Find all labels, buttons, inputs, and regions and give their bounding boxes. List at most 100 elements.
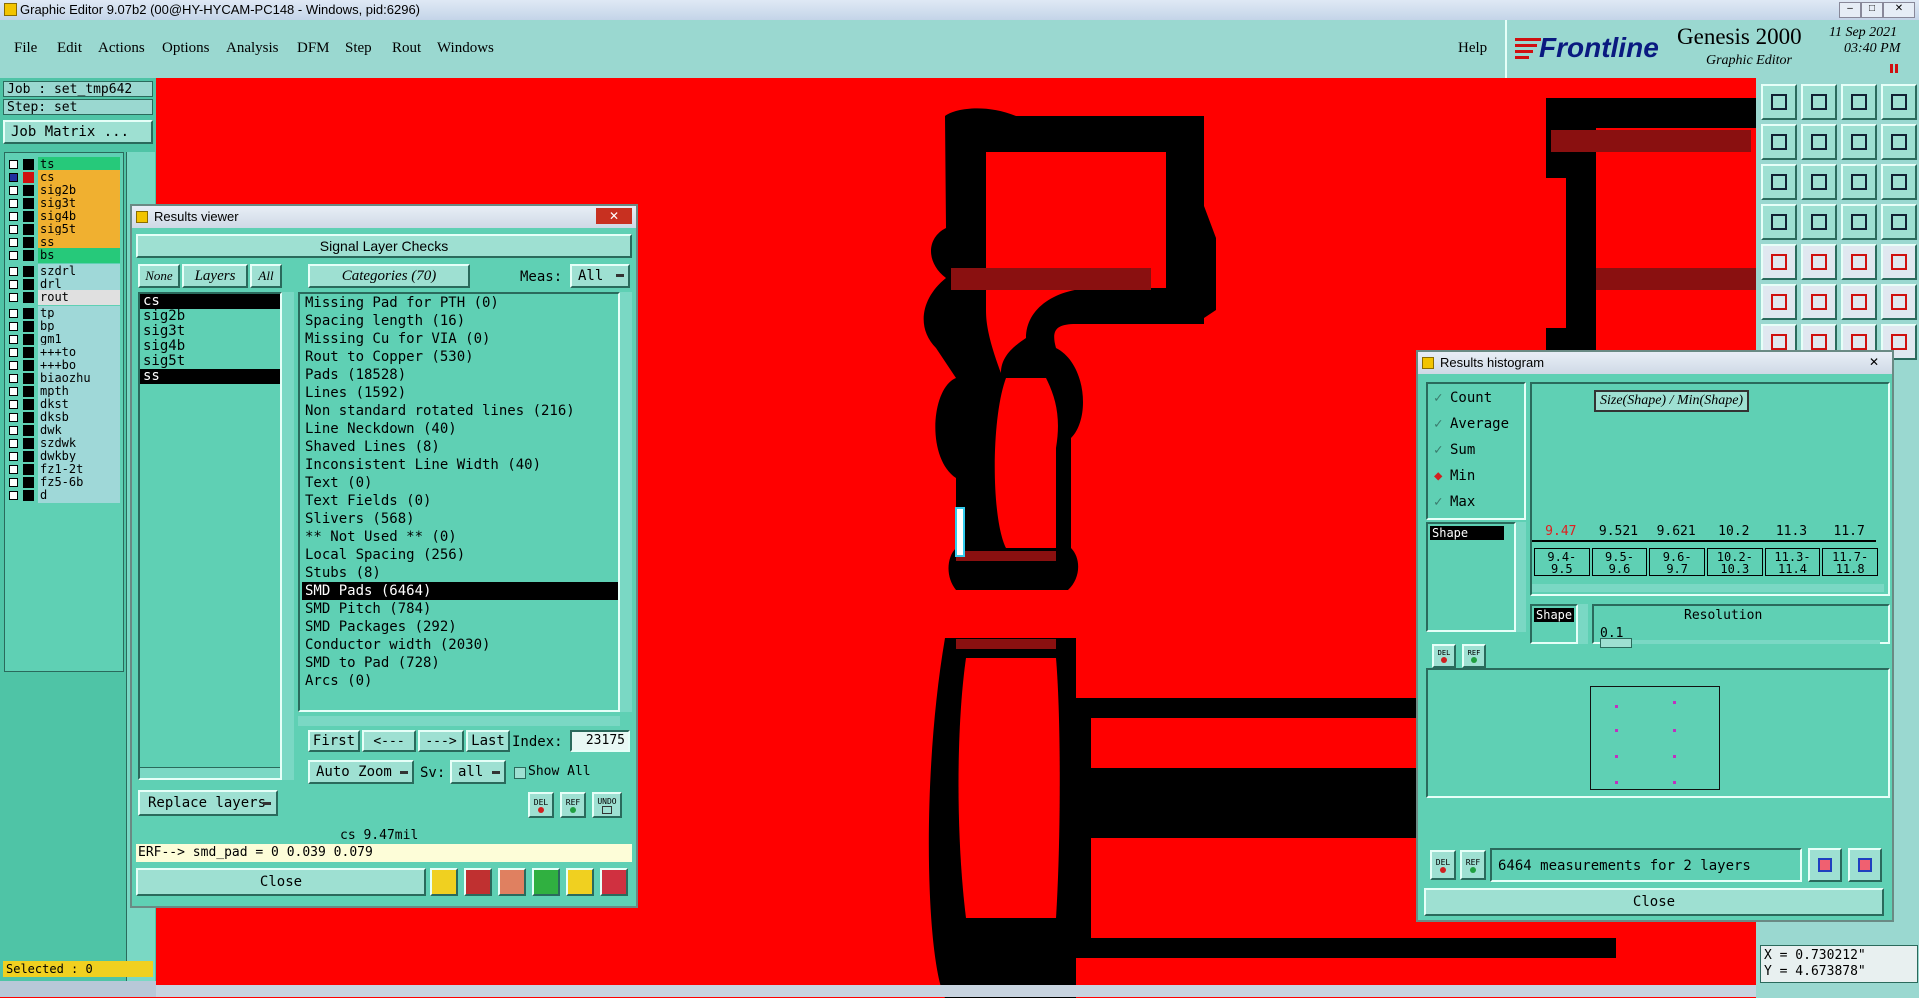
hist-tool-2-icon[interactable] xyxy=(1848,848,1882,882)
minimize-button[interactable]: – xyxy=(1839,2,1861,18)
meas-dropdown[interactable]: All xyxy=(570,264,630,288)
layer-checkbox[interactable] xyxy=(9,465,18,474)
viewer-tool-3-icon[interactable] xyxy=(498,868,526,896)
layer-checkbox[interactable] xyxy=(9,452,18,461)
hist-ref-button[interactable]: REF xyxy=(1460,850,1486,880)
histogram-hscroll[interactable] xyxy=(1532,584,1884,592)
tool-grid-icon[interactable] xyxy=(1801,204,1837,240)
tool-draw-icon[interactable] xyxy=(1801,244,1837,280)
tool-layers-icon[interactable] xyxy=(1841,204,1877,240)
layer-checkbox[interactable] xyxy=(9,478,18,487)
close-button-viewer[interactable]: Close xyxy=(136,868,426,896)
auto-zoom-dropdown[interactable]: Auto Zoom xyxy=(308,760,414,784)
show-all-checkbox[interactable] xyxy=(514,767,526,779)
tool-measure-icon[interactable] xyxy=(1841,244,1877,280)
tool-move-right-icon[interactable] xyxy=(1801,124,1837,160)
category-item[interactable]: SMD Packages (292) xyxy=(302,618,618,636)
measure-option-max[interactable]: ✓ Max xyxy=(1434,492,1475,512)
tool-help-icon[interactable] xyxy=(1881,164,1917,200)
layer-checkbox[interactable] xyxy=(9,491,18,500)
layer-checkbox[interactable] xyxy=(9,374,18,383)
tool-rotate-3d-icon[interactable] xyxy=(1761,204,1797,240)
layer-checkbox[interactable] xyxy=(9,322,18,331)
histogram-bin-range[interactable]: 9.6- 9.7 xyxy=(1649,548,1705,576)
category-item[interactable]: Conductor width (2030) xyxy=(302,636,618,654)
viewer-tool-4-icon[interactable] xyxy=(532,868,560,896)
layer-checkbox[interactable] xyxy=(9,160,18,169)
layer-checkbox[interactable] xyxy=(9,439,18,448)
next-button[interactable]: ---> xyxy=(418,730,464,752)
category-item[interactable]: SMD Pads (6464) xyxy=(302,582,618,600)
categories-list[interactable]: Missing Pad for PTH (0) Spacing length (1… xyxy=(298,292,620,712)
shape-item[interactable]: Shape xyxy=(1430,526,1504,540)
tool-rotate-icon[interactable] xyxy=(1841,124,1877,160)
menu-edit[interactable]: Edit xyxy=(57,40,82,57)
result-layer-item[interactable]: sig4b xyxy=(140,339,280,354)
category-item[interactable]: Non standard rotated lines (216) xyxy=(302,402,618,420)
layer-checkbox[interactable] xyxy=(9,413,18,422)
category-item[interactable]: SMD Pitch (784) xyxy=(302,600,618,618)
category-item[interactable]: Arcs (0) xyxy=(302,672,618,690)
hist-del-button[interactable]: DEL xyxy=(1430,850,1456,880)
result-layer-item[interactable]: sig2b xyxy=(140,309,280,324)
tool-snap-icon[interactable] xyxy=(1761,244,1797,280)
category-item[interactable]: Text Fields (0) xyxy=(302,492,618,510)
histogram-bin-range[interactable]: 11.3- 11.4 xyxy=(1764,548,1821,576)
tool-link-icon[interactable] xyxy=(1881,284,1917,320)
layer-checkbox[interactable] xyxy=(9,400,18,409)
layer-row-rout[interactable]: rout xyxy=(5,290,121,305)
menu-step[interactable]: Step xyxy=(345,40,372,57)
layer-checkbox[interactable] xyxy=(9,387,18,396)
category-item[interactable]: Pads (18528) xyxy=(302,366,618,384)
measure-option-count[interactable]: ✓ Count xyxy=(1434,388,1492,408)
tool-home-icon[interactable] xyxy=(1841,84,1877,120)
layer-checkbox[interactable] xyxy=(9,280,18,289)
histogram-close-icon[interactable]: ✕ xyxy=(1866,354,1882,370)
tool-connect-icon[interactable] xyxy=(1761,284,1797,320)
result-layer-item[interactable]: sig3t xyxy=(140,324,280,339)
measure-option-min[interactable]: ◆ Min xyxy=(1434,466,1475,486)
first-button[interactable]: First xyxy=(308,730,360,752)
layer-checkbox[interactable] xyxy=(9,361,18,370)
result-layer-item[interactable]: sig5t xyxy=(140,354,280,369)
tool-node-icon[interactable] xyxy=(1841,284,1877,320)
layer-checkbox[interactable] xyxy=(9,293,18,302)
menu-actions[interactable]: Actions xyxy=(98,40,145,57)
category-item[interactable]: Missing Cu for VIA (0) xyxy=(302,330,618,348)
menu-analysis[interactable]: Analysis xyxy=(226,40,279,57)
result-layers-list[interactable]: cs sig2b sig3t sig4b sig5t ss xyxy=(138,292,282,780)
tool-save-icon[interactable] xyxy=(1801,84,1837,120)
layer-checkbox[interactable] xyxy=(9,186,18,195)
menu-help[interactable]: Help xyxy=(1458,40,1487,57)
categories-hscroll[interactable] xyxy=(298,716,620,726)
ref-button[interactable]: REF xyxy=(560,792,586,818)
category-item[interactable]: Slivers (568) xyxy=(302,510,618,528)
layer-row-bs[interactable]: bs xyxy=(5,248,121,263)
categories-vscroll[interactable] xyxy=(620,292,632,712)
histogram-bin-range[interactable]: 9.4- 9.5 xyxy=(1534,548,1590,576)
layer-checkbox[interactable] xyxy=(9,348,18,357)
layer-checkbox[interactable] xyxy=(9,173,18,182)
resolution-slider[interactable] xyxy=(1600,640,1880,644)
all-button[interactable]: All xyxy=(250,264,282,288)
layer-checkbox[interactable] xyxy=(9,426,18,435)
viewer-tool-2-icon[interactable] xyxy=(464,868,492,896)
category-item[interactable]: Rout to Copper (530) xyxy=(302,348,618,366)
menu-rout[interactable]: Rout xyxy=(392,40,421,57)
hist-tool-1-icon[interactable] xyxy=(1808,848,1842,882)
shape-label-vscroll[interactable] xyxy=(1578,604,1588,644)
layer-checkbox[interactable] xyxy=(9,251,18,260)
category-item[interactable]: Shaved Lines (8) xyxy=(302,438,618,456)
category-item[interactable]: SMD to Pad (728) xyxy=(302,654,618,672)
none-button[interactable]: None xyxy=(138,264,180,288)
tool-window-icon[interactable] xyxy=(1881,84,1917,120)
viewer-tool-6-icon[interactable] xyxy=(600,868,628,896)
tool-flip-icon[interactable] xyxy=(1881,124,1917,160)
layer-checkbox[interactable] xyxy=(9,212,18,221)
tool-pan-icon[interactable] xyxy=(1801,164,1837,200)
tool-open-icon[interactable] xyxy=(1761,84,1797,120)
resolution-slider-thumb[interactable] xyxy=(1600,638,1632,648)
layers-hscroll[interactable] xyxy=(140,767,280,778)
menu-dfm[interactable]: DFM xyxy=(297,40,330,57)
close-button-histogram[interactable]: Close xyxy=(1424,888,1884,916)
